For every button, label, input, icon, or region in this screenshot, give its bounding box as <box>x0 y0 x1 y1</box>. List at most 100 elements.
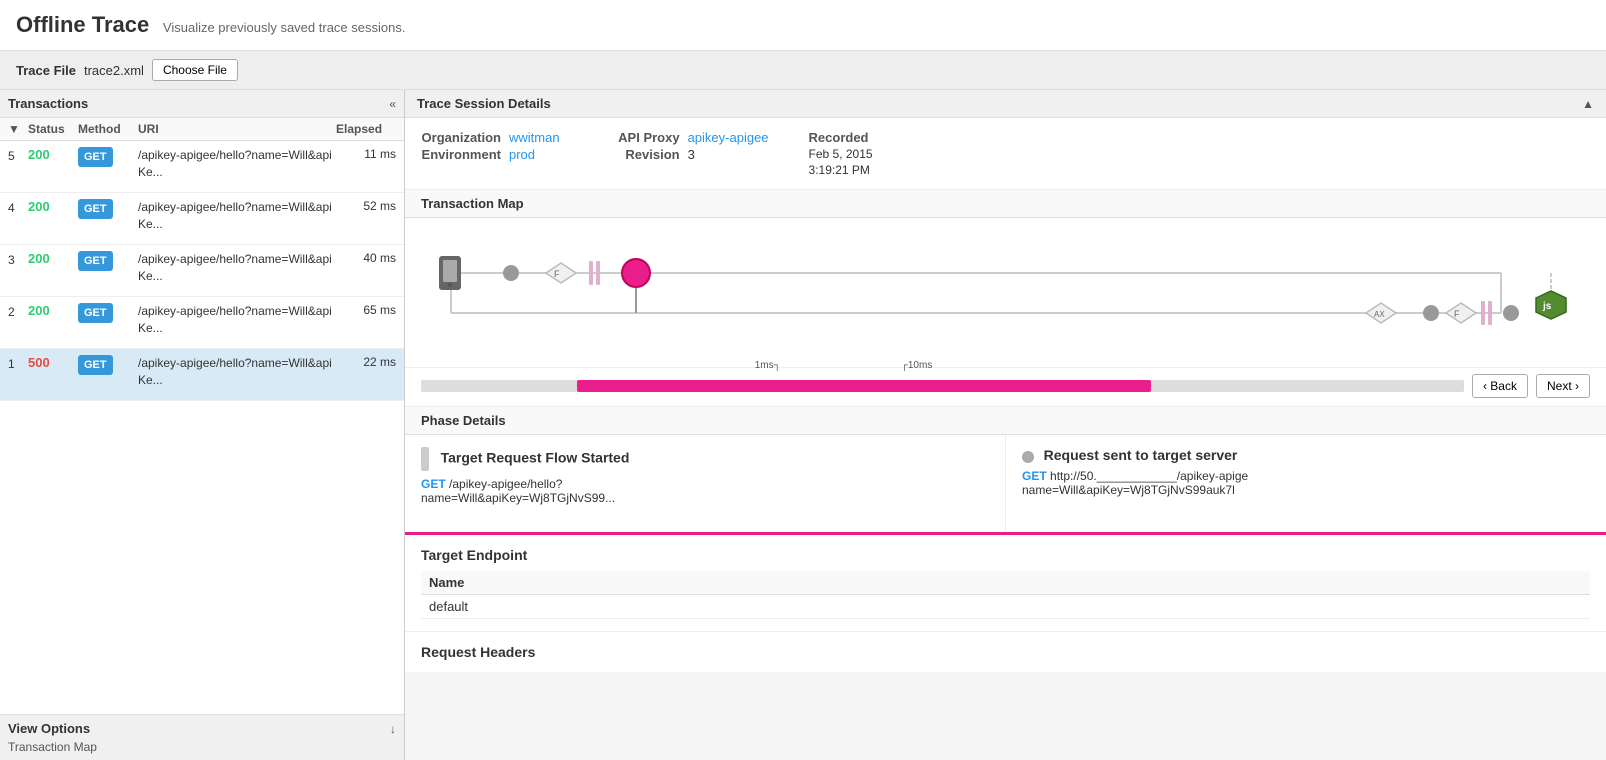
flow-filter-2 <box>1446 303 1476 323</box>
flow-dot-3 <box>1503 305 1519 321</box>
svg-text:js: js <box>1542 301 1552 312</box>
proxy-label: API Proxy <box>600 130 680 145</box>
back-button[interactable]: ‹ Back <box>1472 374 1528 398</box>
flow-dot-1 <box>503 265 519 281</box>
phase-card-2-path: http://50.____________/apikey-apige <box>1050 469 1248 483</box>
proxy-rev-group: API Proxy apikey-apigee Revision 3 <box>600 130 769 177</box>
method-badge: GET <box>78 355 138 375</box>
row-number: 4 <box>8 199 28 215</box>
elapsed-text: 11 ms <box>336 147 396 161</box>
elapsed-text: 22 ms <box>336 355 396 369</box>
view-options-collapse-button[interactable]: ↓ <box>390 721 396 736</box>
phase-card-2-params: name=Will&apiKey=Wj8TGjNvS99auk7l <box>1022 483 1235 497</box>
uri-text: /apikey-apigee/hello?name=Will&apiKe... <box>138 355 336 389</box>
timeline-container: 1ms┐ ┌10ms ‹ Back Next › <box>405 368 1606 407</box>
recorded-row: Recorded <box>809 130 873 145</box>
trace-file-bar: Trace File trace2.xml Choose File <box>0 51 1606 90</box>
table-row[interactable]: 4 200 GET /apikey-apigee/hello?name=Will… <box>0 193 404 245</box>
left-panel: Transactions « ▼ Status Method URI Elaps… <box>0 90 405 760</box>
phase-card-2-url: GET http://50.____________/apikey-apige … <box>1022 469 1590 497</box>
endpoint-name-label: default <box>421 595 1327 619</box>
status-badge: 200 <box>28 199 78 214</box>
status-badge: 200 <box>28 251 78 266</box>
rev-row: Revision 3 <box>600 147 769 162</box>
org-value: wwitman <box>509 130 560 145</box>
request-headers-header: Request Headers <box>421 644 1590 660</box>
proxy-row: API Proxy apikey-apigee <box>600 130 769 145</box>
view-options-content: Transaction Map <box>8 740 396 754</box>
transaction-map-canvas: F AX F <box>405 218 1606 368</box>
flow-bar-1 <box>589 261 593 285</box>
col-status: Status <box>28 122 78 136</box>
col-method: Method <box>78 122 138 136</box>
page-title: Offline Trace <box>16 12 149 37</box>
table-row[interactable]: 5 200 GET /apikey-apigee/hello?name=Will… <box>0 141 404 193</box>
choose-file-button[interactable]: Choose File <box>152 59 238 81</box>
table-row[interactable]: 1 500 GET /apikey-apigee/hello?name=Will… <box>0 349 404 401</box>
env-label: Environment <box>421 147 501 162</box>
page-subtitle: Visualize previously saved trace session… <box>163 20 406 35</box>
org-env-group: Organization wwitman Environment prod <box>421 130 560 177</box>
trace-filename: trace2.xml <box>84 63 144 78</box>
col-elapsed: Elapsed <box>336 122 396 136</box>
table-header: ▼ Status Method URI Elapsed <box>0 118 404 141</box>
status-badge: 200 <box>28 147 78 162</box>
svg-text:F: F <box>554 269 560 279</box>
transactions-header: Transactions « <box>0 90 404 118</box>
timeline-active-segment <box>577 380 1151 392</box>
svg-text:F: F <box>1454 309 1460 319</box>
col-uri: URI <box>138 122 336 136</box>
table-row[interactable]: 2 200 GET /apikey-apigee/hello?name=Will… <box>0 297 404 349</box>
org-label: Organization <box>421 130 501 145</box>
trace-file-label: Trace File <box>16 63 76 78</box>
flow-bar-2 <box>1481 301 1485 325</box>
method-badge: GET <box>78 251 138 271</box>
method-badge: GET <box>78 199 138 219</box>
env-value: prod <box>509 147 535 162</box>
phase-card-1-url: GET /apikey-apigee/hello? name=Will&apiK… <box>421 477 989 505</box>
uri-text: /apikey-apigee/hello?name=Will&apiKe... <box>138 303 336 337</box>
endpoint-table: Name default <box>421 571 1590 619</box>
table-row[interactable]: 3 200 GET /apikey-apigee/hello?name=Will… <box>0 245 404 297</box>
org-row: Organization wwitman <box>421 130 560 145</box>
target-endpoint-header: Target Endpoint <box>421 547 1590 563</box>
session-collapse-button[interactable]: ▲ <box>1582 97 1594 111</box>
recorded-date: Feb 5, 2015 <box>809 147 873 161</box>
phase-details-content: Target Request Flow Started GET /apikey-… <box>405 435 1606 535</box>
status-badge: 200 <box>28 303 78 318</box>
phase-card-2-title: Request sent to target server <box>1044 447 1238 463</box>
col-sort-icon: ▼ <box>8 122 28 136</box>
endpoint-value-col <box>1327 571 1590 595</box>
timeline-bar: 1ms┐ ┌10ms <box>421 374 1464 398</box>
method-badge: GET <box>78 303 138 323</box>
transactions-collapse-button[interactable]: « <box>389 97 396 111</box>
phase-card-2-method: GET <box>1022 469 1047 483</box>
session-info: Organization wwitman Environment prod AP… <box>405 118 1606 190</box>
uri-text: /apikey-apigee/hello?name=Will&apiKe... <box>138 251 336 285</box>
elapsed-text: 52 ms <box>336 199 396 213</box>
page-header: Offline Trace Visualize previously saved… <box>0 0 1606 51</box>
transaction-map-svg: F AX F <box>421 228 1590 358</box>
endpoint-row: default <box>421 595 1590 619</box>
recorded-label: Recorded <box>809 130 869 145</box>
flow-selected-node[interactable] <box>622 259 650 287</box>
method-badge: GET <box>78 147 138 167</box>
elapsed-text: 65 ms <box>336 303 396 317</box>
timeline-label-1ms: 1ms┐ <box>755 360 781 371</box>
proxy-value: apikey-apigee <box>688 130 769 145</box>
phase-icon-1 <box>421 447 429 471</box>
row-number: 3 <box>8 251 28 267</box>
row-number: 1 <box>8 355 28 371</box>
phase-card-2: Request sent to target server GET http:/… <box>1006 435 1606 532</box>
right-panel: Trace Session Details ▲ Organization wwi… <box>405 90 1606 760</box>
right-scroll-area: Phase Details Target Request Flow Starte… <box>405 407 1606 760</box>
uri-text: /apikey-apigee/hello?name=Will&apiKe... <box>138 199 336 233</box>
row-number: 5 <box>8 147 28 163</box>
main-layout: Transactions « ▼ Status Method URI Elaps… <box>0 90 1606 760</box>
trace-session-label: Trace Session Details <box>417 96 551 111</box>
next-button[interactable]: Next › <box>1536 374 1590 398</box>
transactions-label: Transactions <box>8 96 88 111</box>
svg-text:AX: AX <box>1374 310 1385 319</box>
status-badge: 500 <box>28 355 78 370</box>
flow-filter-1 <box>546 263 576 283</box>
